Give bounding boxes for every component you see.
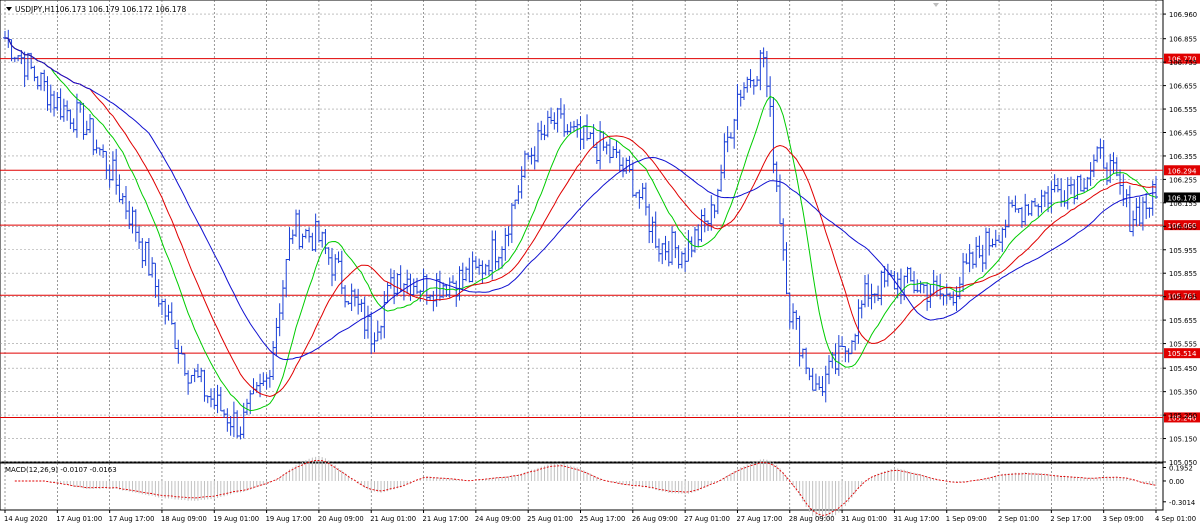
time-tick-label: 18 Aug 09:00 <box>161 515 207 523</box>
time-tick-label: 28 Aug 09:00 <box>789 515 835 523</box>
time-tick-label: 21 Aug 17:00 <box>423 515 469 523</box>
price-tick-label: 105.855 <box>1169 270 1197 278</box>
time-tick-label: 31 Aug 01:00 <box>841 515 887 523</box>
time-tick-label: 14 Aug 2020 <box>4 515 48 523</box>
price-tick-label: 105.450 <box>1169 365 1197 373</box>
time-tick-label: 31 Aug 17:00 <box>893 515 939 523</box>
time-tick-label: 24 Aug 09:00 <box>475 515 521 523</box>
price-tick-label: 105.955 <box>1169 247 1197 255</box>
price-tick-label: 106.555 <box>1169 106 1197 114</box>
macd-title: MACD(12,26,9) -0.0107 -0.0163 <box>5 466 117 474</box>
price-tick-label: 106.755 <box>1169 59 1197 67</box>
time-tick-label: 26 Aug 09:00 <box>632 515 678 523</box>
time-tick-label: 3 Sep 09:00 <box>1103 515 1144 523</box>
ohlc-values: 106.173 106.179 106.172 106.178 <box>55 5 186 14</box>
price-tick-label: 105.555 <box>1169 341 1197 349</box>
time-tick-label: 1 Sep 09:00 <box>946 515 987 523</box>
level-label: 106.294 <box>1168 167 1197 175</box>
price-tick-label: 106.055 <box>1169 223 1197 231</box>
macd-tick-label: 0.00 <box>1169 478 1184 486</box>
price-tick-label: 105.655 <box>1169 317 1197 325</box>
time-tick-label: 21 Aug 01:00 <box>370 515 416 523</box>
macd-tick-label: -0.3014 <box>1169 499 1195 507</box>
chart-header: USDJPY,H1 106.173 106.179 106.172 106.17… <box>6 5 186 14</box>
chart-window[interactable]: 0.1952 0.00 -0.3014 106.770 106.294 106.060 1… <box>0 0 1200 525</box>
time-tick-label: 4 Sep 01:00 <box>1155 515 1196 523</box>
current-price-label: 106.178 <box>1168 194 1197 202</box>
price-tick-label: 105.350 <box>1169 389 1197 397</box>
time-tick-label: 25 Aug 17:00 <box>580 515 626 523</box>
level-label: 105.514 <box>1168 350 1197 358</box>
price-tick-label: 105.050 <box>1169 459 1197 467</box>
time-tick-label: 19 Aug 01:00 <box>213 515 259 523</box>
chart-background <box>0 0 1200 525</box>
price-tick-label: 105.755 <box>1169 294 1197 302</box>
price-tick-label: 106.455 <box>1169 130 1197 138</box>
time-tick-label: 25 Aug 01:00 <box>527 515 573 523</box>
price-tick-label: 106.855 <box>1169 36 1197 44</box>
price-tick-label: 105.250 <box>1169 412 1197 420</box>
price-tick-label: 106.355 <box>1169 153 1197 161</box>
symbol-label: USDJPY,H1 <box>15 5 55 14</box>
time-tick-label: 20 Aug 09:00 <box>318 515 364 523</box>
time-tick-label: 2 Sep 17:00 <box>1050 515 1091 523</box>
time-tick-label: 27 Aug 01:00 <box>684 515 730 523</box>
price-tick-label: 106.655 <box>1169 83 1197 91</box>
price-tick-label: 106.255 <box>1169 176 1197 184</box>
time-tick-label: 27 Aug 17:00 <box>736 515 782 523</box>
price-tick-label: 106.960 <box>1169 11 1197 19</box>
price-tick-label: 105.150 <box>1169 436 1197 444</box>
time-tick-label: 17 Aug 17:00 <box>109 515 155 523</box>
price-chart[interactable]: 0.19520.00-0.3014 106.770106.294106.0601… <box>0 0 1200 525</box>
time-tick-label: 19 Aug 17:00 <box>266 515 312 523</box>
time-tick-label: 17 Aug 01:00 <box>56 515 102 523</box>
time-tick-label: 2 Sep 01:00 <box>998 515 1039 523</box>
